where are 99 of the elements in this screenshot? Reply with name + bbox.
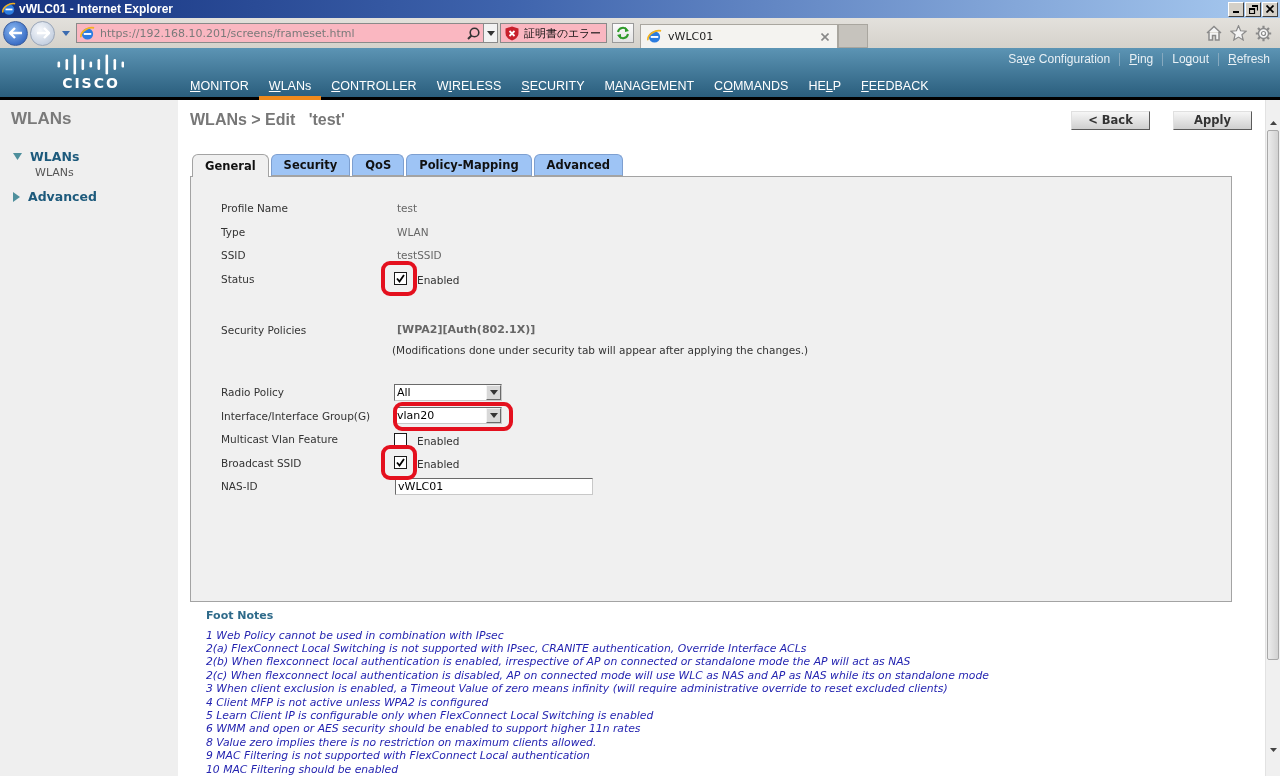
field-value: test [397, 202, 419, 215]
close-icon[interactable] [821, 32, 829, 41]
policy-note: (Modifications done under security tab will appear after applying the changes.) [392, 343, 810, 356]
shield-error-icon [505, 25, 519, 41]
minimize-button[interactable] [1228, 1, 1244, 17]
menu-item[interactable]: COMMANDS [704, 76, 799, 100]
footnote-text: 3 When client exclusion is enabled, a Timeout Value of zero means infinity (will require administrative override to reset excluded clients) [206, 682, 949, 696]
field-label: Profile Name [221, 202, 289, 215]
refresh-icon [616, 26, 630, 40]
field-label: Status [221, 272, 256, 285]
header-link[interactable]: Refresh [1217, 53, 1270, 66]
logo-bars-icon [56, 54, 124, 75]
caret-icon [486, 30, 495, 36]
settings-icon[interactable] [1255, 24, 1272, 42]
tab[interactable]: Policy-Mapping [406, 153, 532, 176]
back-button[interactable] [3, 20, 28, 46]
address-dropdown-button[interactable] [483, 24, 497, 42]
restore-icon [1248, 4, 1258, 14]
logo-text: CISCO [61, 76, 120, 91]
footnote-text: 4 Client MFP is not active unless WPA2 is configured [206, 695, 490, 709]
menu-item[interactable]: HELP [798, 76, 852, 100]
home-icon[interactable] [1206, 25, 1222, 41]
close-icon [1266, 5, 1274, 13]
footnote-text: 5 Learn Client IP is configurable only when FlexConnect Local Switching is enabled [206, 708, 655, 723]
browser-logo-icon [647, 29, 662, 44]
checkbox-label: Enabled [417, 458, 460, 471]
field-value: WLAN [397, 225, 430, 238]
triangle-right-icon[interactable] [13, 191, 20, 202]
field-label: Radio Policy [221, 386, 286, 399]
dropdown[interactable]: All [394, 383, 502, 401]
menu-item[interactable]: MANAGEMENT [594, 76, 705, 100]
close-button[interactable] [1262, 1, 1278, 17]
apply-button[interactable]: Apply [1173, 110, 1252, 130]
checkbox-label: Enabled [417, 434, 460, 447]
browser-tab[interactable]: vWLC01 [640, 24, 838, 48]
security-policy-value: [WPA2][Auth(802.1X)] [397, 323, 537, 337]
back-button[interactable]: < Back [1071, 110, 1150, 130]
footnote-text: 1 Web Policy cannot be used in combination with IPsec [206, 628, 505, 642]
field-label: Interface/Interface Group(G) [221, 409, 372, 422]
tab[interactable]: Advanced [533, 153, 624, 176]
footnote-text: 2(b) When flexconnect local authentication is enabled, irrespective of AP on connected or standalone mode the AP will act as NAS [206, 655, 912, 669]
header-link[interactable]: Logout [1162, 53, 1218, 66]
tab[interactable]: QoS [352, 153, 405, 176]
left-arrow-icon [8, 27, 23, 39]
browser-logo-icon [2, 2, 16, 16]
footnote-text: 9 MAC Filtering is not supported with FlexConnect Local authentication [206, 749, 591, 763]
checkmark-icon [396, 458, 405, 468]
menu-item[interactable]: WIRELESS [426, 76, 512, 100]
header-link[interactable]: Save Configuration [999, 53, 1120, 66]
field-label: Broadcast SSID [221, 456, 303, 469]
footnotes-title: Foot Notes [206, 608, 275, 623]
menu-item[interactable]: CONTROLLER [321, 76, 427, 100]
certificate-error-button[interactable]: 証明書のエラー [500, 23, 607, 43]
scrollbar-track[interactable] [1265, 100, 1280, 776]
tree-subitem[interactable]: WLANs [35, 165, 178, 180]
url-text: https://192.168.10.201/screens/frameset.html [100, 26, 356, 40]
field-label: Security Policies [221, 323, 308, 336]
footnote-text: 8 Value zero implies there is no restriction on maximum clients allowed. [206, 735, 598, 750]
caret-icon [489, 389, 498, 395]
field-value: testSSID [397, 249, 443, 262]
checkbox[interactable] [394, 456, 407, 470]
tab[interactable]: General [192, 153, 269, 177]
checkbox[interactable] [394, 272, 407, 286]
input-field[interactable]: vWLC01 [395, 477, 593, 495]
menu-item[interactable]: SECURITY [511, 76, 595, 100]
scroll-thumb[interactable] [1267, 130, 1279, 660]
checkbox[interactable] [394, 432, 407, 446]
footnote-text: 6 WMM and open or AES security should be enabled to support higher 11n rates [206, 722, 642, 736]
field-label: Multicast Vlan Feature [221, 433, 339, 446]
header-link[interactable]: Ping [1119, 53, 1163, 66]
field-label: NAS-ID [221, 480, 259, 493]
page-title: WLANs > Edit 'test' [190, 111, 345, 130]
sidebar-title: WLANs [11, 110, 73, 128]
tree-item[interactable]: WLANs [30, 149, 80, 164]
field-label: SSID [221, 249, 247, 262]
refresh-button[interactable] [612, 23, 634, 43]
tree-item[interactable]: Advanced [28, 189, 97, 204]
menu-item[interactable]: WLANs [258, 76, 322, 100]
footnote-text: 10 MAC Filtering should be enabled [206, 762, 400, 776]
menu-item[interactable]: FEEDBACK [851, 76, 939, 100]
restore-button[interactable] [1245, 1, 1261, 17]
footnote-text: 2(c) When flexconnect local authentication is disabled, AP on connected mode will use WLC as NAS and AP as NAS while its on standalone mode [206, 668, 990, 683]
checkmark-icon [396, 274, 405, 284]
caret-icon [489, 413, 498, 419]
window-title: vWLC01 - Internet Explorer [19, 2, 174, 16]
right-arrow-icon [35, 27, 50, 39]
tab[interactable]: Security [270, 153, 351, 176]
dropdown[interactable]: vlan20 [394, 407, 502, 425]
caret-icon [62, 30, 70, 36]
footnote-text: 2(a) FlexConnect Local Switching is not supported with IPsec, CRANITE authentication, Override Interface ACLs [206, 641, 808, 656]
search-icon[interactable] [467, 26, 480, 40]
down-arrow-icon[interactable] [1269, 747, 1277, 752]
up-arrow-icon[interactable] [1269, 120, 1277, 125]
menu-item[interactable]: MONITOR [180, 76, 259, 100]
triangle-down-icon[interactable] [13, 153, 22, 160]
browser-logo-icon [80, 25, 95, 41]
star-icon[interactable] [1230, 25, 1247, 41]
checkbox-label: Enabled [417, 274, 460, 287]
field-label: Type [221, 225, 247, 238]
